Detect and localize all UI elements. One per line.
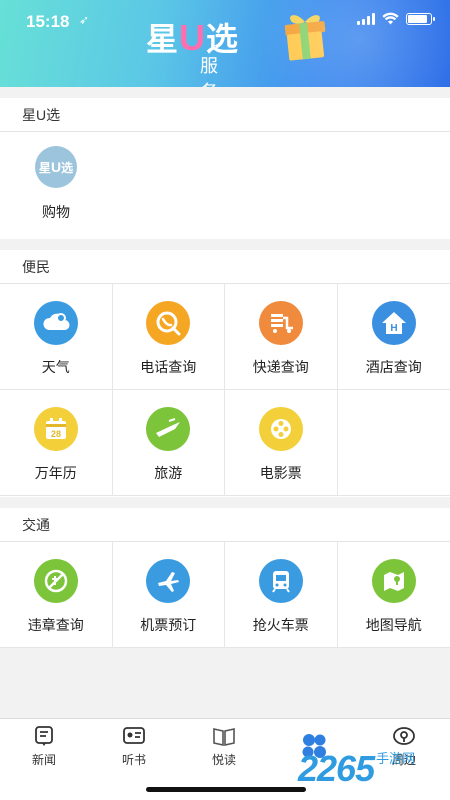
express-icon <box>258 301 303 345</box>
xingu-logo-icon: 星U选 <box>35 146 77 188</box>
train-ticket-label: 抢火车票 <box>252 617 309 633</box>
hotel-query-button[interactable]: H 酒店查询 <box>337 284 450 390</box>
audiobook-icon <box>123 727 145 744</box>
hotel-icon: H <box>371 301 416 345</box>
home-indicator[interactable] <box>146 787 306 792</box>
brand-subtitle: 服务 <box>200 56 220 87</box>
travel-button[interactable]: 旅游 <box>112 390 225 496</box>
section-title-jiaotong: 交通 <box>0 508 450 542</box>
gift-icon <box>284 15 326 61</box>
logo-char-2: 选 <box>61 160 74 175</box>
violation-query-label: 违章查询 <box>27 617 84 633</box>
empty-cell <box>337 390 450 496</box>
flight-booking-button[interactable]: 机票预订 <box>112 542 225 648</box>
logo-char-u: U <box>50 159 62 175</box>
airplane-icon <box>146 559 191 603</box>
weather-button[interactable]: 天气 <box>0 284 113 390</box>
train-icon <box>258 559 303 603</box>
header-banner: 15:18 ➶ 星U选 服务 <box>0 0 450 87</box>
violation-icon <box>33 559 78 603</box>
svg-text:H: H <box>390 323 397 334</box>
watermark: 2265 手游网 <box>298 748 415 789</box>
nearby-icon <box>393 727 415 745</box>
location-arrow-icon: ➶ <box>79 13 90 27</box>
phone-query-label: 电话查询 <box>140 359 197 375</box>
tab-news[interactable]: 新闻 <box>14 725 74 768</box>
section-bianmin: 便民 天气 电话查询 快递查询 H 酒店查询 28 万年历 旅游 电影票 <box>0 250 450 497</box>
section-xingu: 星U选 星U选 购物 <box>0 98 450 239</box>
calendar-icon: 28 <box>33 407 78 451</box>
watermark-site: 手游网 <box>376 751 416 766</box>
tab-audiobook-label: 听书 <box>121 753 146 767</box>
news-icon <box>35 726 53 746</box>
status-time: 15:18 <box>26 12 70 31</box>
express-query-label: 快递查询 <box>252 359 309 375</box>
map-icon <box>371 559 416 603</box>
tab-news-label: 新闻 <box>31 753 56 767</box>
brand-char-1: 星 <box>146 21 180 57</box>
phone-query-button[interactable]: 电话查询 <box>112 284 225 390</box>
map-navigation-label: 地图导航 <box>365 617 422 633</box>
movie-icon <box>258 407 303 451</box>
wifi-icon <box>382 12 399 25</box>
weather-label: 天气 <box>41 359 70 375</box>
bianmin-grid: 天气 电话查询 快递查询 H 酒店查询 28 万年历 旅游 电影票 <box>0 284 450 496</box>
hotel-query-label: 酒店查询 <box>365 359 422 375</box>
logo-char-1: 星 <box>38 160 51 175</box>
calendar-label: 万年历 <box>34 465 77 481</box>
section-title-bianmin: 便民 <box>0 250 450 284</box>
map-navigation-button[interactable]: 地图导航 <box>337 542 450 648</box>
status-indicators <box>357 12 435 25</box>
violation-query-button[interactable]: 违章查询 <box>0 542 113 648</box>
signal-icon <box>357 12 375 25</box>
book-icon <box>213 728 235 746</box>
section-title-xingu: 星U选 <box>0 98 450 132</box>
brand-logo: 星U选 服务 <box>146 20 239 88</box>
movie-ticket-button[interactable]: 电影票 <box>225 390 338 496</box>
weather-icon <box>33 301 78 345</box>
flight-booking-label: 机票预订 <box>140 617 197 633</box>
tab-reading[interactable]: 悦读 <box>194 725 254 768</box>
tab-reading-label: 悦读 <box>211 753 236 767</box>
shopping-label: 购物 <box>42 204 70 220</box>
jiaotong-grid: 违章查询 机票预订 抢火车票 地图导航 <box>0 542 450 648</box>
express-query-button[interactable]: 快递查询 <box>225 284 338 390</box>
calendar-button[interactable]: 28 万年历 <box>0 390 113 496</box>
travel-icon <box>146 407 191 451</box>
travel-label: 旅游 <box>154 465 183 481</box>
shopping-button[interactable]: 星U选 购物 <box>0 132 112 222</box>
phone-query-icon <box>146 301 191 345</box>
movie-ticket-label: 电影票 <box>259 465 302 481</box>
watermark-number: 2265 <box>298 748 375 789</box>
battery-icon <box>406 12 435 25</box>
calendar-day: 28 <box>51 429 61 439</box>
section-jiaotong: 交通 违章查询 机票预订 抢火车票 地图导航 <box>0 508 450 648</box>
tab-audiobook[interactable]: 听书 <box>104 725 164 768</box>
train-ticket-button[interactable]: 抢火车票 <box>225 542 338 648</box>
